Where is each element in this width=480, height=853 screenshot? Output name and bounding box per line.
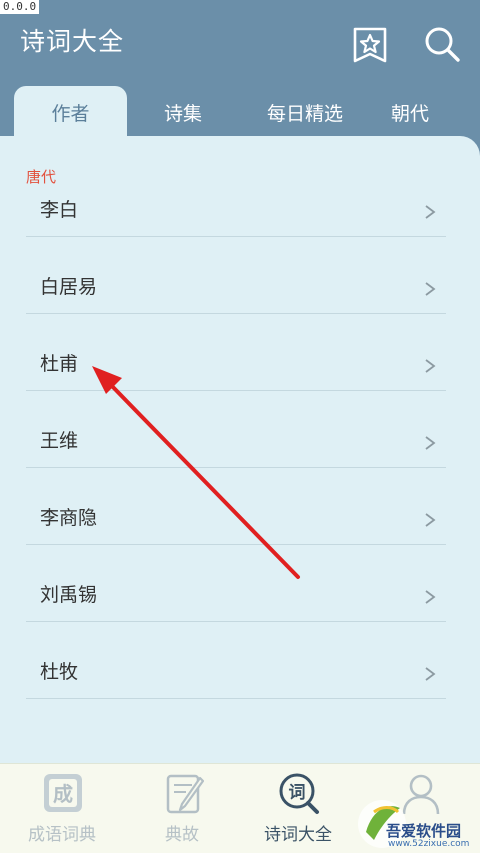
- list-item[interactable]: 李商隐: [26, 468, 446, 545]
- list-item[interactable]: 白居易: [26, 237, 446, 314]
- chevron-right-icon: [425, 590, 436, 604]
- favorites-button[interactable]: [352, 26, 388, 64]
- watermark-url: www.52zixue.com: [388, 839, 470, 849]
- author-name: 杜甫: [40, 353, 79, 375]
- author-name: 杜牧: [40, 661, 79, 683]
- tab-authors[interactable]: 作者: [14, 86, 127, 138]
- watermark-text: 吾爱软件园: [386, 822, 462, 840]
- status-text: 0.0.0: [0, 0, 40, 14]
- list-item[interactable]: 杜甫: [26, 314, 446, 391]
- star-bookmark-icon: [353, 27, 387, 63]
- nav-allusions[interactable]: 典故: [132, 764, 232, 853]
- app-title: 诗词大全: [20, 27, 125, 56]
- poetry-glyph: 词: [289, 783, 306, 803]
- tab-dynasty[interactable]: 朝代: [370, 86, 450, 138]
- book-quill-icon: [166, 774, 204, 814]
- chevron-right-icon: [425, 282, 436, 296]
- nav-idiom-dictionary[interactable]: 成 成语词典: [12, 764, 112, 853]
- author-name: 李商隐: [40, 507, 98, 529]
- chevron-right-icon: [425, 667, 436, 681]
- tab-collections[interactable]: 诗集: [133, 86, 233, 138]
- author-list-panel: 唐代 李白 白居易 杜甫 王维 李商隐 刘禹锡 杜牧: [0, 136, 480, 763]
- chevron-right-icon: [425, 359, 436, 373]
- list-item[interactable]: 王维: [26, 391, 446, 468]
- chevron-right-icon: [425, 205, 436, 219]
- author-name: 王维: [40, 430, 79, 452]
- idiom-dictionary-icon: 成: [44, 774, 82, 812]
- nav-label: 成语词典: [28, 825, 96, 845]
- list-item[interactable]: 刘禹锡: [26, 545, 446, 622]
- author-name: 白居易: [40, 276, 98, 298]
- chevron-right-icon: [425, 513, 436, 527]
- search-button[interactable]: [422, 24, 462, 64]
- author-name: 刘禹锡: [40, 584, 98, 606]
- chevron-right-icon: [425, 436, 436, 450]
- tab-bar: 作者 诗集 每日精选 朝代: [0, 86, 480, 138]
- nav-label: 典故: [165, 825, 199, 845]
- nav-poetry[interactable]: 词 诗词大全: [248, 764, 348, 853]
- list-item[interactable]: 李白: [26, 160, 446, 237]
- nav-label: 诗词大全: [264, 825, 332, 845]
- poetry-search-icon: 词: [279, 773, 319, 814]
- idiom-glyph: 成: [53, 782, 73, 806]
- tab-daily-picks[interactable]: 每日精选: [240, 86, 370, 138]
- header-bar: 诗词大全 作者 诗集 每日精选 朝代: [0, 0, 480, 140]
- search-icon: [425, 27, 460, 62]
- author-name: 李白: [40, 199, 79, 221]
- list-item[interactable]: 杜牧: [26, 622, 446, 699]
